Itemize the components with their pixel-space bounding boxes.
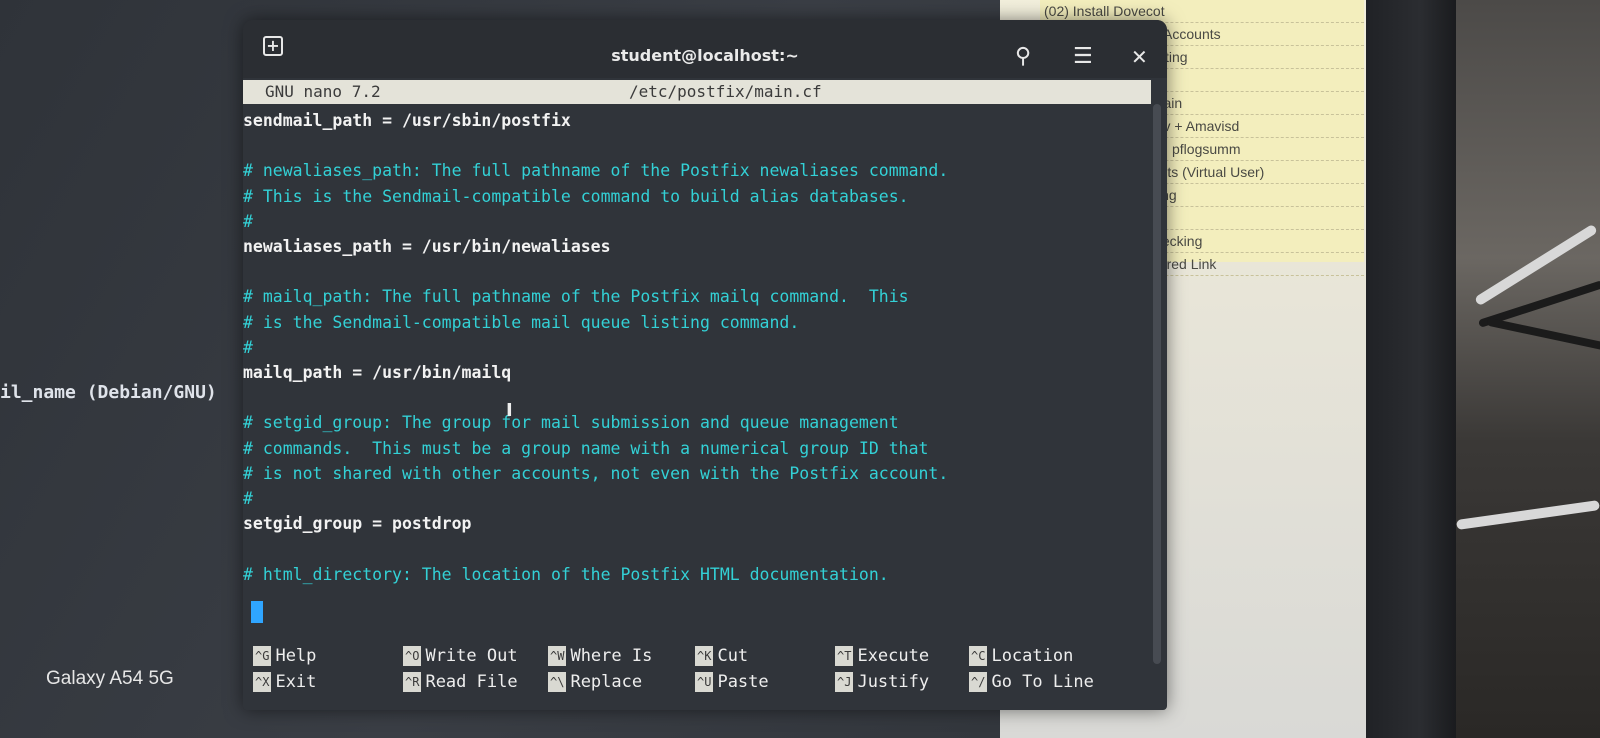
- shortcut-label: Replace: [570, 672, 643, 692]
- shortcut-key: ^K: [695, 646, 714, 666]
- file-name: /etc/postfix/main.cf: [629, 82, 822, 101]
- nano-header-bar: GNU nano 7.2 /etc/postfix/main.cf: [243, 80, 1151, 104]
- config-line: setgid_group = postdrop: [243, 514, 472, 534]
- cable: [1486, 317, 1600, 351]
- shortcut-label: Justify: [857, 672, 930, 692]
- comment-line: # commands. This must be a group name wi…: [243, 438, 929, 458]
- shortcut-read-file[interactable]: ^R Read File: [403, 670, 518, 694]
- shortcut-label: Exit: [275, 672, 317, 692]
- close-icon[interactable]: ✕: [1131, 45, 1148, 69]
- shortcut-key: ^/: [969, 672, 988, 692]
- config-line: sendmail_path = /usr/sbin/postfix: [243, 111, 571, 130]
- comment-line: #: [243, 211, 253, 231]
- shortcut-key: ^C: [969, 646, 988, 666]
- nano-version: GNU nano 7.2: [265, 82, 381, 101]
- shortcut-cut[interactable]: ^K Cut: [695, 644, 748, 668]
- shortcut-label: Location: [991, 646, 1074, 666]
- comment-line: # is the Sendmail-compatible mail queue …: [243, 312, 800, 332]
- comment-line: # html_directory: The location of the Po…: [243, 564, 889, 584]
- shortcut-execute[interactable]: ^T Execute: [835, 644, 929, 668]
- device-watermark: Galaxy A54 5G: [46, 668, 174, 689]
- cable: [1456, 500, 1600, 530]
- shortcut-write-out[interactable]: ^O Write Out: [403, 644, 518, 668]
- shortcut-exit[interactable]: ^X Exit: [253, 670, 316, 694]
- shortcut-label: Execute: [857, 646, 930, 666]
- text-cursor: [251, 601, 263, 623]
- monitor-bezel: [1366, 0, 1456, 738]
- background-terminal-text: il_name (Debian/GNU): [0, 382, 217, 403]
- comment-line: #: [243, 489, 253, 508]
- mouse-ibeam-cursor: I: [506, 400, 513, 421]
- shortcut-justify[interactable]: ^J Justify: [835, 670, 929, 694]
- terminal-window[interactable]: + student@localhost:~ ⚲ ☰ ✕ GNU nano 7.2…: [243, 20, 1167, 710]
- shortcut-label: Cut: [717, 646, 749, 666]
- shortcut-go-to-line[interactable]: ^/Go To Line: [969, 670, 1094, 694]
- title-bar[interactable]: + student@localhost:~ ⚲ ☰ ✕: [243, 20, 1167, 78]
- comment-line: # setgid_group: The group for mail submi…: [243, 413, 899, 433]
- shortcut-key: ^R: [403, 672, 422, 692]
- shortcut-label: Read File: [425, 672, 518, 692]
- shortcut-where-is[interactable]: ^W Where Is: [548, 644, 652, 668]
- office-background: [1456, 0, 1600, 738]
- shortcut-key: ^U: [695, 672, 714, 692]
- hamburger-menu-icon[interactable]: ☰: [1073, 45, 1093, 69]
- config-line: newaliases_path = /usr/bin/newaliases: [243, 237, 611, 256]
- shortcut-help[interactable]: ^G Help: [253, 644, 316, 668]
- comment-line: # This is the Sendmail-compatible comman…: [243, 186, 909, 206]
- shortcut-label: Where Is: [570, 646, 653, 666]
- editor-area[interactable]: sendmail_path = /usr/sbin/postfix # newal…: [243, 110, 1151, 630]
- shortcut-key: ^J: [835, 672, 854, 692]
- shortcut-key: ^X: [253, 672, 272, 692]
- shortcut-paste[interactable]: ^U Paste: [695, 670, 769, 694]
- config-line: mailq_path = /usr/bin/mailq: [243, 363, 512, 382]
- comment-line: # mailq_path: The full pathname of the P…: [243, 287, 909, 307]
- shortcut-label: Go To Line: [991, 672, 1094, 692]
- shortcut-key: ^W: [548, 646, 567, 666]
- search-icon[interactable]: ⚲: [1015, 45, 1031, 69]
- nano-shortcut-bar: ^G Help ^X Exit ^O Write Out ^R Read File ^W Wher…: [243, 632, 1151, 708]
- shortcut-key: ^\: [548, 672, 567, 692]
- shortcut-key: ^T: [835, 646, 854, 666]
- comment-line: # is not shared with other accounts, not…: [243, 463, 949, 483]
- shortcut-label: Paste: [717, 672, 769, 692]
- shortcut-key: ^G: [253, 646, 272, 666]
- comment-line: #: [243, 337, 253, 357]
- shortcut-label: Write Out: [425, 646, 518, 666]
- shortcut-label: Help: [275, 646, 317, 666]
- shortcut-key: ^O: [403, 646, 422, 666]
- comment-line: # newaliases_path: The full pathname of …: [243, 161, 949, 181]
- shortcut-location[interactable]: ^C Location: [969, 644, 1073, 668]
- scrollbar[interactable]: [1153, 104, 1161, 664]
- shortcut-replace[interactable]: ^\ Replace: [548, 670, 642, 694]
